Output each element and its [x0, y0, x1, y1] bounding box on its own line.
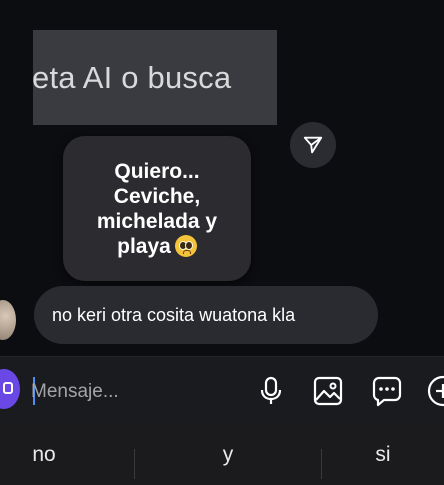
add-icon [427, 375, 444, 407]
story-reply-banner[interactable]: eta AI o busca [33, 30, 277, 125]
story-banner-text: eta AI o busca [33, 60, 232, 95]
sticker-line: michelada y [96, 209, 218, 233]
story-sticker: Quiero... Ceviche, michelada y playa [63, 136, 251, 281]
sticker-line: playa [117, 234, 171, 258]
add-button[interactable] [426, 374, 444, 408]
message-composer [0, 356, 444, 425]
keyboard-suggestion-bar: no y si [0, 425, 444, 485]
message-text: no keri otra cosita wuatona kla [52, 304, 296, 325]
microphone-icon [260, 376, 282, 404]
sticker-line-last: playa [97, 234, 217, 259]
message-input[interactable] [31, 379, 231, 405]
gallery-icon [313, 376, 343, 406]
pleading-face-emoji-icon [174, 234, 197, 257]
sticker-line: Ceviche, [113, 184, 201, 208]
message-bubble[interactable]: no keri otra cosita wuatona kla [34, 286, 378, 344]
suggestion-y[interactable]: y [135, 425, 321, 485]
send-icon [303, 136, 323, 154]
microphone-button[interactable] [254, 374, 288, 408]
share-button[interactable] [290, 122, 336, 168]
gallery-button[interactable] [311, 374, 345, 408]
sticker-line: Quiero... [114, 159, 200, 183]
sticker-button[interactable] [370, 374, 404, 408]
suggestion-si[interactable]: si [322, 425, 444, 485]
sticker-icon [372, 376, 402, 407]
suggestion-no[interactable]: no [0, 425, 88, 485]
avatar[interactable] [0, 300, 16, 340]
sticker-text: Quiero... Ceviche, michelada y playa [97, 159, 217, 259]
camera-icon[interactable] [0, 369, 20, 409]
